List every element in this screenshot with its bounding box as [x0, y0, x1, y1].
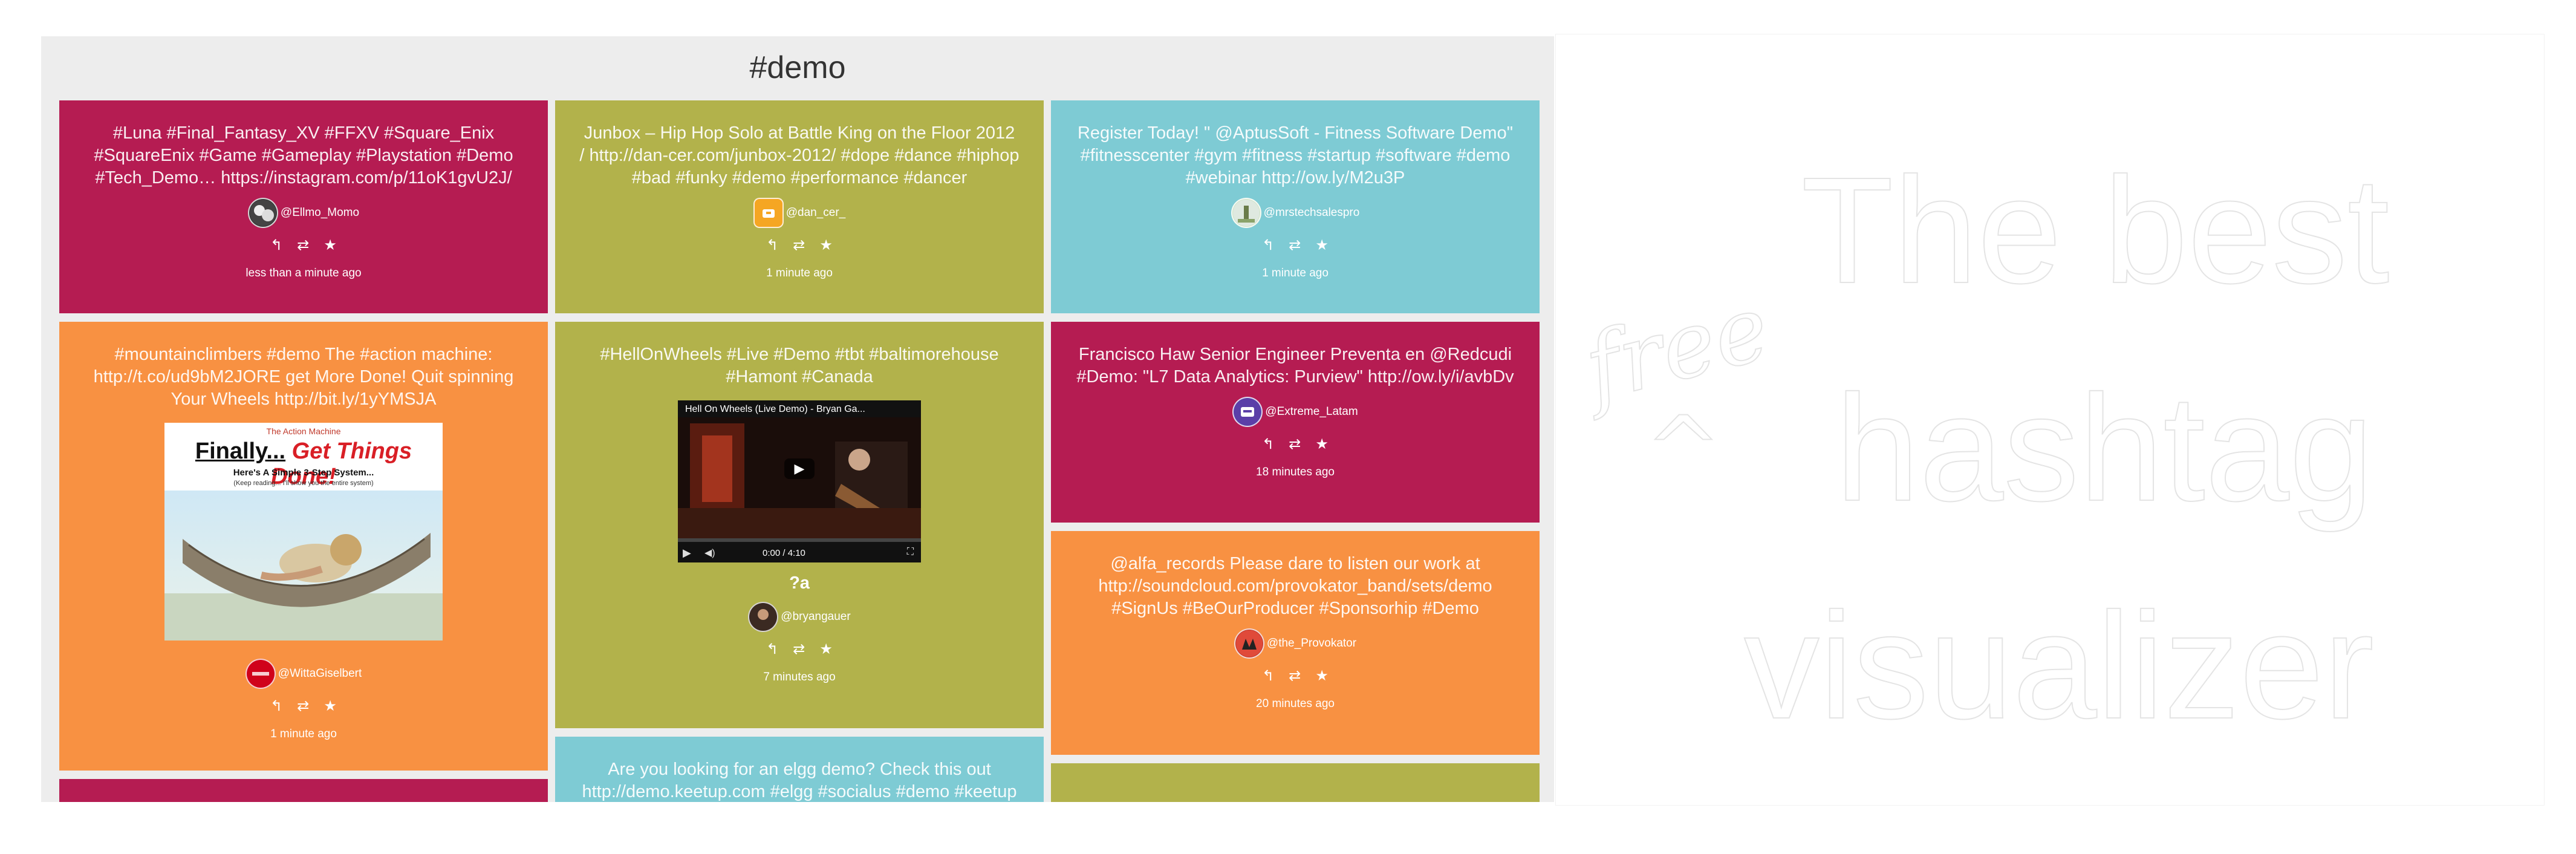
- reply-icon[interactable]: ↰: [1262, 238, 1274, 253]
- tweet-card[interactable]: Francisco Haw Senior Engineer Preventa e…: [1051, 322, 1540, 523]
- tweet-actions: ↰ ⇄ ★: [1075, 668, 1515, 684]
- tweet-author[interactable]: @Extreme_Latam: [1075, 397, 1515, 427]
- tweet-text: #HellOnWheels #Live #Demo #tbt #baltimor…: [600, 345, 999, 386]
- reply-icon[interactable]: ↰: [766, 642, 778, 657]
- tweet-text: #Luna #Final_Fantasy_XV #FFXV #Square_En…: [94, 123, 513, 187]
- tweet-text: @alfa_records Please dare to listen our …: [1098, 554, 1492, 618]
- tweet-timestamp: 1 minute ago: [1262, 267, 1329, 279]
- tweet-actions: ↰ ⇄ ★: [579, 238, 1020, 253]
- retweet-icon[interactable]: ⇄: [1289, 668, 1301, 684]
- retweet-icon[interactable]: ⇄: [1289, 437, 1301, 452]
- tweet-card[interactable]: #mountainclimbers #demo The #action mach…: [59, 322, 548, 771]
- tweet-author[interactable]: @dan_cer_: [579, 198, 1020, 228]
- tweet-card[interactable]: [59, 779, 548, 802]
- volume-icon[interactable]: ◀): [704, 547, 715, 559]
- tweet-card[interactable]: @alfa_records Please dare to listen our …: [1051, 531, 1540, 755]
- tweet-author[interactable]: @Ellmo_Momo: [83, 198, 524, 228]
- reply-icon[interactable]: ↰: [1262, 437, 1274, 452]
- tweet-text: #mountainclimbers #demo The #action mach…: [93, 345, 514, 409]
- tweet-timestamp: less than a minute ago: [246, 267, 362, 279]
- retweet-icon[interactable]: ⇄: [297, 699, 309, 714]
- video-progress-bar[interactable]: [678, 538, 921, 542]
- tweet-card[interactable]: Are you looking for an elgg demo? Check …: [555, 737, 1044, 802]
- tweet-timestamp: 1 minute ago: [270, 728, 337, 740]
- author-handle: @WittaGiselbert: [278, 667, 362, 680]
- hammock-photo: [164, 491, 443, 640]
- favorite-icon[interactable]: ★: [819, 238, 833, 253]
- retweet-icon[interactable]: ⇄: [297, 238, 309, 253]
- avatar: [245, 659, 276, 689]
- feed-panel: #demo #Luna #Final_Fantasy_XV #FFXV #Squ…: [41, 36, 1554, 802]
- image-subhead: Here's A Simple 3-Step System...: [233, 468, 374, 478]
- retweet-icon[interactable]: ⇄: [793, 642, 805, 657]
- image-headline-1: Finally...: [195, 438, 286, 464]
- retweet-icon[interactable]: ⇄: [793, 238, 805, 253]
- tweet-text: Are you looking for an elgg demo? Check …: [582, 760, 1017, 801]
- tweet-actions: ↰ ⇄ ★: [1075, 238, 1515, 253]
- tweet-actions: ↰ ⇄ ★: [83, 699, 524, 714]
- image-note: (Keep reading... I'll show you the entir…: [233, 480, 374, 487]
- tweet-card[interactable]: #HellOnWheels #Live #Demo #tbt #baltimor…: [555, 322, 1044, 728]
- tweet-actions: ↰ ⇄ ★: [83, 238, 524, 253]
- tweet-text: Francisco Haw Senior Engineer Preventa e…: [1076, 345, 1514, 386]
- avatar: [1234, 628, 1264, 659]
- author-handle: @dan_cer_: [785, 206, 846, 219]
- tweet-timestamp: 7 minutes ago: [763, 671, 836, 683]
- image-brand: The Action Machine: [266, 426, 341, 436]
- tweet-text: Junbox – Hip Hop Solo at Battle King on …: [579, 123, 1020, 187]
- tweet-author[interactable]: @WittaGiselbert: [83, 659, 524, 689]
- reply-icon[interactable]: ↰: [766, 238, 778, 253]
- author-handle: @bryangauer: [781, 610, 851, 623]
- avatar: [1231, 198, 1261, 228]
- favorite-icon[interactable]: ★: [1315, 668, 1329, 684]
- tweet-card[interactable]: Junbox – Hip Hop Solo at Battle King on …: [555, 100, 1044, 313]
- tweet-author[interactable]: @mrstechsalespro: [1075, 198, 1515, 228]
- reply-icon[interactable]: ↰: [1262, 668, 1274, 684]
- tweet-text: Register Today! " @AptusSoft - Fitness S…: [1077, 123, 1513, 187]
- favorite-icon[interactable]: ★: [324, 699, 337, 714]
- avatar: [748, 602, 779, 632]
- avatar: [753, 198, 784, 228]
- tweet-author[interactable]: @the_Provokator: [1075, 628, 1515, 659]
- author-handle: @the_Provokator: [1266, 637, 1357, 650]
- tweet-timestamp: 18 minutes ago: [1256, 466, 1335, 478]
- favorite-icon[interactable]: ★: [1315, 238, 1329, 253]
- tweet-card[interactable]: Register Today! " @AptusSoft - Fitness S…: [1051, 100, 1540, 313]
- brand-line-1: The best: [1801, 145, 2390, 315]
- video-time: 0:00 / 4:10: [763, 548, 805, 558]
- author-handle: @mrstechsalespro: [1263, 206, 1360, 219]
- tweet-actions: ↰ ⇄ ★: [579, 642, 1020, 657]
- brand-panel: free ^ The best hashtag visualizer: [1555, 34, 2545, 806]
- fullscreen-icon[interactable]: ⛶: [907, 547, 914, 558]
- tweet-card[interactable]: #Luna #Final_Fantasy_XV #FFXV #Square_En…: [59, 100, 548, 313]
- favorite-icon[interactable]: ★: [324, 238, 337, 253]
- brand-line-2: hashtag: [1835, 363, 2374, 533]
- tweet-actions: ↰ ⇄ ★: [1075, 437, 1515, 452]
- reply-icon[interactable]: ↰: [270, 238, 282, 253]
- favorite-icon[interactable]: ★: [819, 642, 833, 657]
- play-icon[interactable]: ▶: [784, 458, 815, 479]
- feed-title: #demo: [749, 50, 846, 85]
- author-handle: @Ellmo_Momo: [280, 206, 360, 219]
- avatar: [247, 198, 278, 228]
- reply-icon[interactable]: ↰: [270, 699, 282, 714]
- tweet-card[interactable]: [1051, 763, 1540, 802]
- author-handle: @Extreme_Latam: [1265, 405, 1358, 418]
- favorite-icon[interactable]: ★: [1315, 437, 1329, 452]
- tweet-extra-text: ?a: [789, 573, 810, 593]
- video-title: Hell On Wheels (Live Demo) - Bryan Ga...: [685, 404, 865, 414]
- retweet-icon[interactable]: ⇄: [1289, 238, 1301, 253]
- video-player[interactable]: Hell On Wheels (Live Demo) - Bryan Ga...…: [678, 400, 921, 562]
- brand-line-3: visualizer: [1743, 581, 2375, 751]
- tweet-timestamp: 20 minutes ago: [1256, 697, 1335, 710]
- tweet-image[interactable]: The Action Machine Finally... Get Things…: [164, 423, 443, 640]
- tweet-timestamp: 1 minute ago: [766, 267, 833, 279]
- video-play-icon[interactable]: ▶: [683, 547, 691, 559]
- avatar: [1232, 397, 1263, 427]
- tweet-author[interactable]: @bryangauer: [579, 602, 1020, 632]
